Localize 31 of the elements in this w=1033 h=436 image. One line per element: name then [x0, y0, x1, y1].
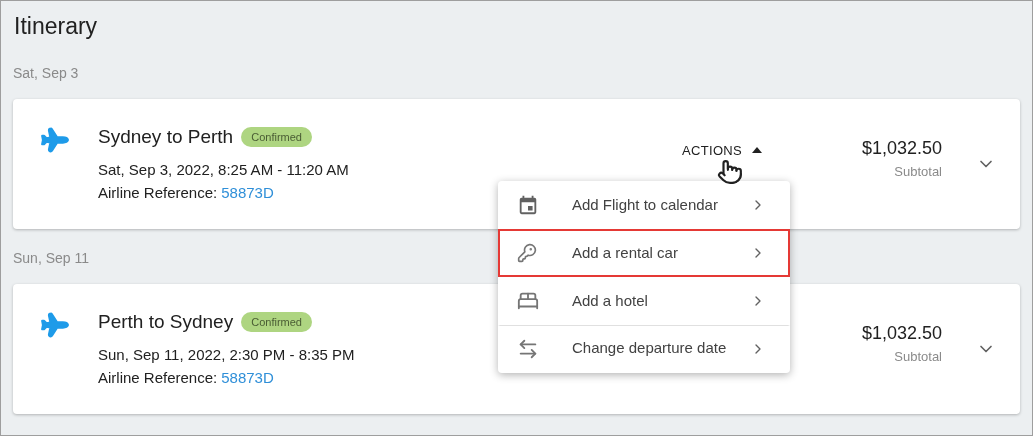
menu-item[interactable]: Add Flight to calendar — [498, 181, 790, 229]
reference-label: Airline Reference: — [98, 367, 218, 388]
date-heading: Sun, Sep 11 — [13, 248, 90, 268]
trip-title: Sydney to Perth — [98, 124, 234, 149]
calendar-icon — [517, 194, 539, 216]
page-title: Itinerary — [14, 12, 99, 41]
flight-time: Sat, Sep 3, 2022, 8:25 AM - 11:20 AM — [98, 160, 349, 181]
price-label: Subtotal — [894, 347, 942, 366]
date-heading: Sat, Sep 3 — [13, 63, 79, 83]
menu-item[interactable]: Change departure date — [498, 325, 790, 373]
menu-item-label: Add a hotel — [572, 290, 649, 311]
price-label: Subtotal — [894, 162, 942, 181]
key-icon — [517, 243, 537, 263]
price: $1,032.50 — [861, 136, 942, 160]
menu-item[interactable]: Add a rental car — [498, 229, 790, 277]
menu-item-label: Add Flight to calendar — [572, 194, 719, 215]
reference-link[interactable]: 58873D — [221, 366, 274, 390]
reference-link[interactable]: 58873D — [221, 181, 274, 205]
caret-icon — [752, 147, 763, 154]
menu-item-label: Add a rental car — [572, 242, 679, 263]
price: $1,032.50 — [861, 321, 942, 345]
flight-time: Sun, Sep 11, 2022, 2:30 PM - 8:35 PM — [98, 345, 355, 366]
bed-icon — [517, 290, 539, 312]
swap-arrows-icon — [517, 337, 539, 360]
status-badge: Confirmed — [241, 311, 312, 333]
reference-label: Airline Reference: — [98, 182, 218, 203]
menu-item-label: Change departure date — [572, 338, 728, 359]
trip-title: Perth to Sydney — [98, 309, 234, 334]
menu-item[interactable]: Add a hotel — [498, 277, 790, 325]
actions-button[interactable]: ACTIONS — [682, 140, 763, 160]
status-badge: Confirmed — [241, 126, 312, 148]
